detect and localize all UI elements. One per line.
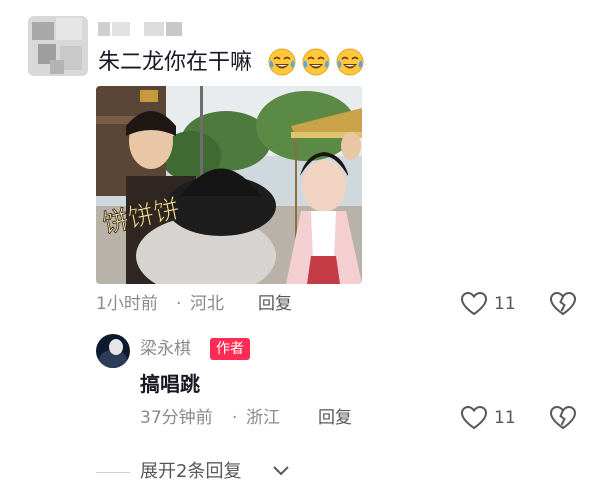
broken-heart-icon[interactable] <box>549 405 577 431</box>
heart-icon[interactable] <box>460 291 488 317</box>
author-name[interactable]: 梁永棋 <box>140 338 191 360</box>
author-avatar-image <box>96 334 130 368</box>
commenter-avatar[interactable] <box>28 16 88 76</box>
chevron-down-icon[interactable] <box>272 464 290 478</box>
comment-like-count: 11 <box>494 294 516 314</box>
expand-divider <box>96 472 130 473</box>
laugh-cry-emoji <box>302 48 330 76</box>
author-avatar[interactable] <box>96 334 130 368</box>
reply-time: 37分钟前 <box>140 408 213 428</box>
photo-scene: 饼饼饼 <box>96 86 362 284</box>
laugh-cry-emoji <box>336 48 364 76</box>
comment-meta-separator: · <box>176 294 182 314</box>
reply-reply-button[interactable]: 回复 <box>318 407 352 429</box>
comment-reply-button[interactable]: 回复 <box>258 293 292 315</box>
laugh-cry-emoji <box>268 48 296 76</box>
expand-replies-button[interactable]: 展开2条回复 <box>140 460 241 484</box>
reply-meta-separator: · <box>232 408 238 428</box>
comment-photo[interactable]: 饼饼饼 <box>96 86 362 284</box>
heart-icon[interactable] <box>460 405 488 431</box>
broken-heart-icon[interactable] <box>549 291 577 317</box>
reply-like-count: 11 <box>494 408 516 428</box>
comment-emoji-row <box>268 48 364 78</box>
comment-text: 朱二龙你在干嘛 <box>98 50 253 75</box>
reply-location: 浙江 <box>246 408 280 428</box>
author-badge: 作者 <box>210 338 250 360</box>
comment-time: 1小时前 <box>96 294 158 314</box>
commenter-name-redacted[interactable] <box>98 22 186 38</box>
comment-location: 河北 <box>190 294 224 314</box>
reply-text: 搞唱跳 <box>140 372 200 396</box>
